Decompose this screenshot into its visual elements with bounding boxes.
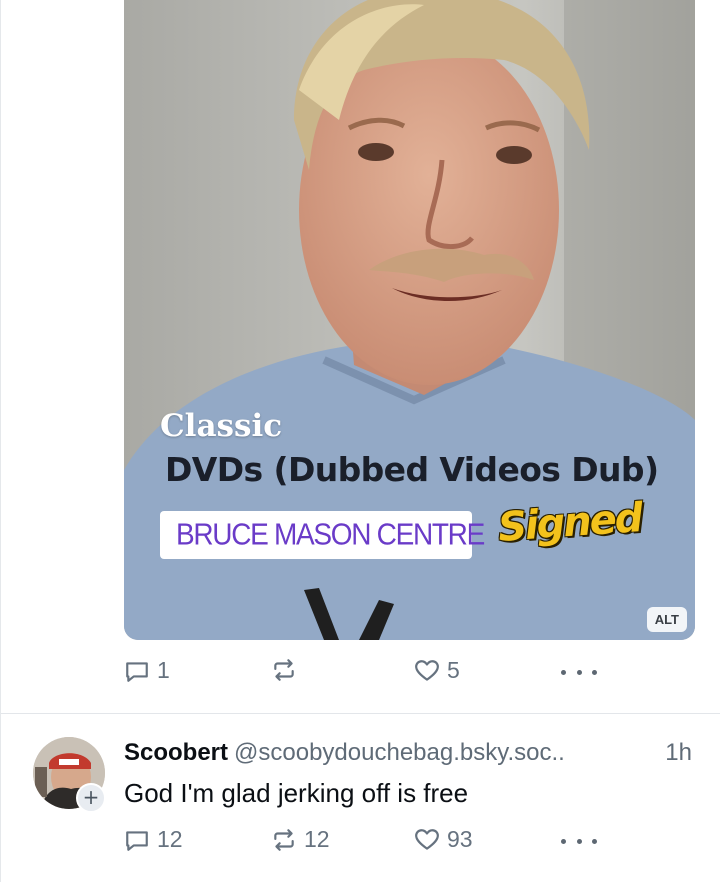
like-button[interactable]: 93: [414, 826, 473, 853]
repost-button[interactable]: 12: [271, 826, 330, 853]
heart-icon: [415, 828, 439, 850]
post-timestamp[interactable]: 1h: [665, 739, 692, 767]
like-count: 93: [447, 826, 473, 852]
more-icon-dot: [576, 838, 582, 844]
post-feed: Classic DVDs (Dubbed Videos Dub) BRUCE M…: [0, 0, 720, 882]
reply-icon: [126, 830, 148, 851]
alt-text-badge[interactable]: ALT: [646, 607, 687, 632]
repost-icon: [274, 659, 294, 681]
more-icon-dot: [576, 669, 582, 675]
repost-button[interactable]: [271, 657, 304, 683]
like-count: 5: [447, 657, 460, 683]
more-icon-dot: [561, 669, 566, 675]
more-options-button[interactable]: [561, 826, 597, 856]
reply-post-actions: 12 12 93: [124, 826, 604, 862]
reply-count: 12: [157, 826, 183, 852]
more-icon-dot: [561, 838, 566, 844]
reply-count: 1: [157, 657, 170, 683]
post-text: God I'm glad jerking off is free: [124, 778, 469, 808]
post-header: Scoobert @scoobydouchebag.bsky.soc..: [124, 739, 699, 767]
location-tag: BRUCE MASON CENTRE: [160, 511, 485, 559]
user-handle[interactable]: @scoobydouchebag.bsky.soc..: [234, 739, 565, 766]
reply-button[interactable]: 12: [124, 826, 183, 853]
reply-button[interactable]: 1: [124, 657, 170, 684]
reply-icon: [126, 661, 148, 682]
display-name[interactable]: Scoobert: [124, 739, 228, 766]
heart-icon: [415, 659, 439, 681]
follow-plus-button[interactable]: +: [76, 783, 106, 813]
post-actions: 1 5: [124, 657, 604, 693]
overlay-title: Classic: [160, 408, 283, 444]
more-icon-dot: [592, 669, 597, 675]
overlay-subtitle: DVDs (Dubbed Videos Dub): [165, 450, 659, 489]
location-text: BRUCE MASON CENTRE: [176, 517, 485, 552]
post-image[interactable]: Classic DVDs (Dubbed Videos Dub) BRUCE M…: [124, 0, 695, 640]
more-options-button[interactable]: [561, 657, 597, 687]
more-icon-dot: [592, 838, 597, 844]
post-divider: [1, 713, 720, 714]
repost-icon: [274, 828, 294, 851]
like-button[interactable]: 5: [414, 657, 460, 684]
repost-count: 12: [304, 826, 330, 852]
